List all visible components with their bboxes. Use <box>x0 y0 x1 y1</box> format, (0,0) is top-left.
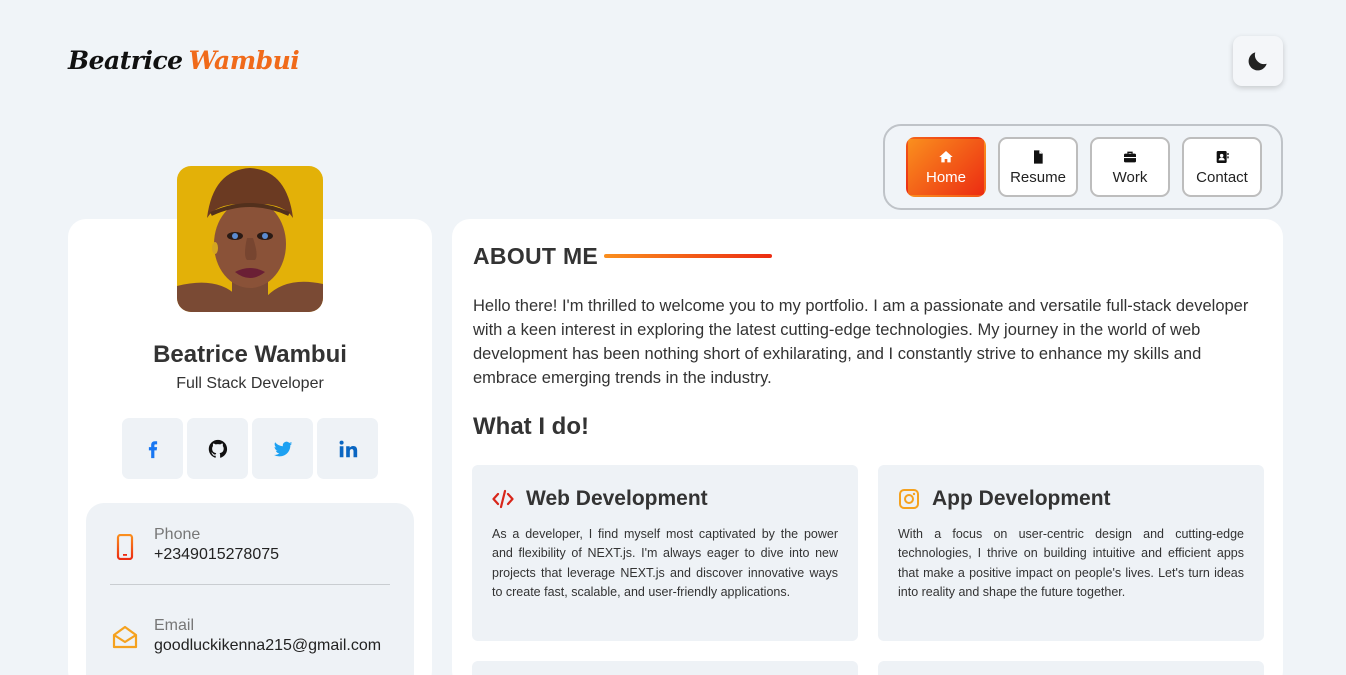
nav-home[interactable]: Home <box>906 137 986 197</box>
nav-contact-label: Contact <box>1196 168 1248 186</box>
about-title-underline <box>604 254 772 258</box>
linkedin-link[interactable] <box>317 418 378 479</box>
nav-resume[interactable]: Resume <box>998 137 1078 197</box>
contact-phone-label: Phone <box>154 526 201 543</box>
service-card-web: Web Development As a developer, I find m… <box>472 465 858 641</box>
about-text: Hello there! I'm thrilled to welcome you… <box>473 297 1249 387</box>
contact-phone: Phone +2349015278075 <box>110 526 279 564</box>
service-card-app: App Development With a focus on user-cen… <box>878 465 1264 641</box>
what-i-do-title: What I do! <box>473 413 589 440</box>
service-card-3 <box>472 661 858 675</box>
app-icon <box>899 489 919 509</box>
theme-toggle-button[interactable] <box>1233 36 1283 86</box>
avatar <box>177 166 323 312</box>
contact-phone-value[interactable]: +2349015278075 <box>154 546 279 564</box>
nav-work[interactable]: Work <box>1090 137 1170 197</box>
github-icon <box>208 439 227 458</box>
github-link[interactable] <box>187 418 248 479</box>
profile-role: Full Stack Developer <box>176 375 324 392</box>
about-title: ABOUT ME <box>473 243 599 269</box>
contact-card-icon <box>1216 150 1229 163</box>
nav-work-label: Work <box>1112 168 1148 186</box>
phone-icon <box>116 534 134 560</box>
file-icon <box>1034 149 1043 164</box>
social-links <box>122 418 378 479</box>
service-title-web: Web Development <box>526 487 708 510</box>
nav-home-label: Home <box>925 168 966 186</box>
main-nav: Home Resume Work Contact <box>883 124 1283 210</box>
moon-icon <box>1248 52 1267 71</box>
nav-contact[interactable]: Contact <box>1182 137 1262 197</box>
nav-resume-label: Resume <box>1010 168 1066 186</box>
contact-email-label: Email <box>154 617 195 634</box>
logo-first-name: Beatrice <box>68 46 183 75</box>
twitter-link[interactable] <box>252 418 313 479</box>
facebook-link[interactable] <box>122 418 183 479</box>
logo-last-name: Wambui <box>188 46 300 75</box>
envelope-icon <box>112 625 138 649</box>
linkedin-icon <box>339 440 357 457</box>
contact-email: Email goodluckikenna215@gmail.com <box>110 617 381 655</box>
service-text-web: As a developer, I find myself most capti… <box>492 527 838 599</box>
service-title-app: App Development <box>932 487 1111 510</box>
profile-name: Beatrice Wambui <box>153 341 347 368</box>
service-card-4 <box>878 661 1264 675</box>
contact-divider <box>110 584 390 585</box>
code-icon <box>492 489 514 509</box>
home-icon <box>939 150 953 162</box>
service-text-app: With a focus on user-centric design and … <box>898 527 1244 599</box>
site-logo[interactable]: Beatrice Wambui <box>68 46 300 75</box>
briefcase-icon <box>1124 151 1136 162</box>
contact-email-value[interactable]: goodluckikenna215@gmail.com <box>154 637 381 655</box>
twitter-icon <box>273 441 292 456</box>
facebook-icon <box>148 440 157 458</box>
